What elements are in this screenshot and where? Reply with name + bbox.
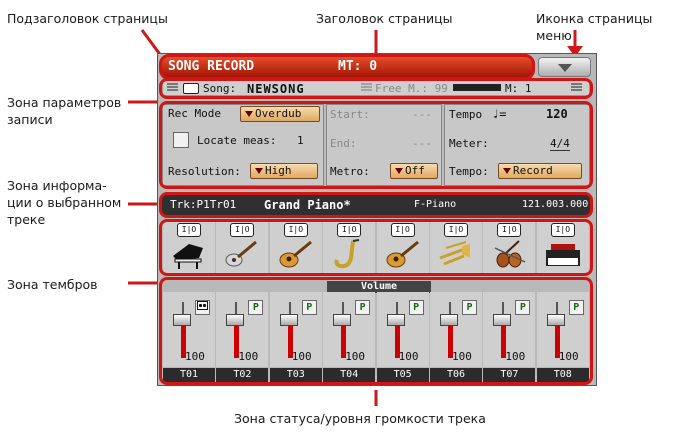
- label-params-1: Зона параметров: [7, 95, 122, 110]
- zone-track: [159, 192, 593, 218]
- label-track-3: треке: [7, 212, 46, 227]
- label-subtitle: Подзаголовок страницы: [7, 11, 168, 26]
- label-track-2: ции о выбранном: [7, 195, 122, 210]
- label-title: Заголовок страницы: [316, 11, 453, 26]
- zone-sounds: [159, 219, 593, 276]
- page-menu-button[interactable]: [538, 57, 591, 77]
- chevron-down-icon: [558, 64, 572, 72]
- zone-subtitle: [159, 78, 593, 99]
- label-track-1: Зона информа-: [7, 178, 107, 193]
- label-sounds: Зона тембров: [7, 277, 98, 292]
- label-volume: Зона статуса/уровня громкости трека: [234, 411, 486, 426]
- zone-volume: [159, 277, 593, 385]
- label-menu-icon: Иконка страницы меню: [536, 11, 653, 43]
- zone-title: [159, 54, 535, 80]
- zone-params: [159, 101, 593, 189]
- label-params-2: записи: [7, 112, 53, 127]
